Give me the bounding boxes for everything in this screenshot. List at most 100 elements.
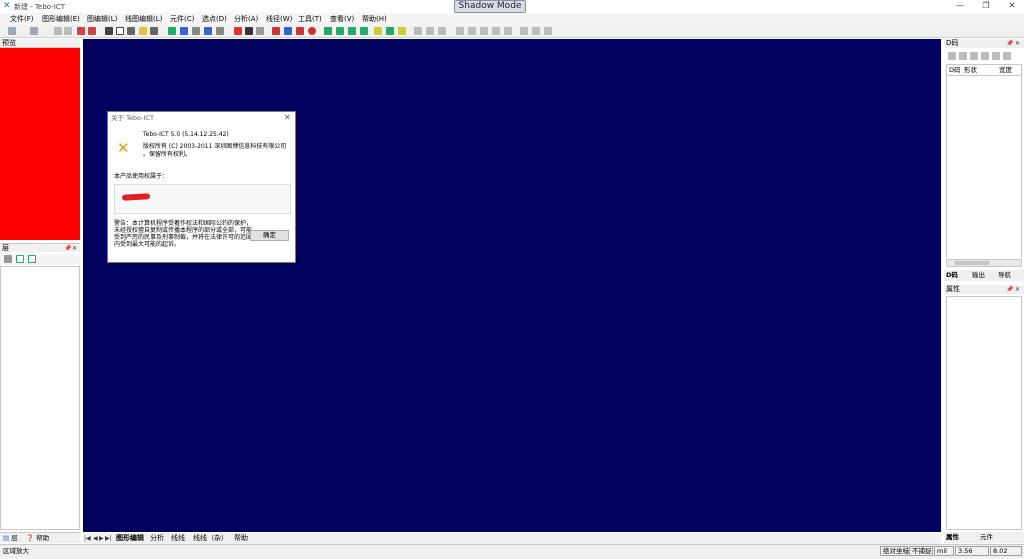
menu-analysis[interactable]: 分析(A) <box>234 14 258 24</box>
close-icon[interactable]: ✕ <box>284 113 291 123</box>
col-width[interactable]: 宽度 <box>999 66 1012 75</box>
save-icon[interactable] <box>1003 52 1011 60</box>
last-sheet-icon[interactable]: ▶| <box>105 534 112 543</box>
tab-help[interactable]: ❓ 帮助 <box>26 534 49 543</box>
draw-icon[interactable] <box>272 27 280 35</box>
delete-layer-icon[interactable] <box>4 255 12 263</box>
rect-icon[interactable] <box>296 27 304 35</box>
pin-auto-icon[interactable] <box>504 27 512 35</box>
uncheck-all-icon[interactable] <box>28 255 36 263</box>
distribute-icon[interactable] <box>426 27 434 35</box>
properties-grid[interactable] <box>946 296 1022 530</box>
tab-properties[interactable]: 属性 <box>946 533 959 542</box>
tab-wire-misc[interactable]: 线线（杂） <box>193 534 228 543</box>
info-icon[interactable] <box>216 27 224 35</box>
maximize-icon[interactable]: ❐ <box>974 0 998 12</box>
close-icon[interactable]: ✕ <box>1015 285 1020 294</box>
ok-button[interactable]: 确定 <box>250 230 289 241</box>
layer-list[interactable] <box>0 266 80 530</box>
scrollbar-thumb[interactable] <box>955 261 989 265</box>
tab-navigation[interactable]: 导航 <box>998 271 1011 280</box>
select-icon[interactable] <box>105 27 113 35</box>
undo-icon[interactable] <box>8 27 16 35</box>
back-icon[interactable] <box>54 27 62 35</box>
edit-icon[interactable] <box>992 52 1000 60</box>
refresh-icon[interactable] <box>168 27 176 35</box>
first-sheet-icon[interactable]: |◀ <box>84 534 91 543</box>
tab-analysis[interactable]: 分析 <box>150 534 164 543</box>
probe-grid-icon[interactable] <box>348 27 356 35</box>
menu-image-edit[interactable]: 图编辑(L) <box>87 14 117 24</box>
forward-icon[interactable] <box>64 27 72 35</box>
pin-icon[interactable]: 📌 <box>64 244 71 253</box>
dialog-title-bar[interactable]: 关于 Tebo-ICT ✕ <box>108 112 295 124</box>
pen-icon[interactable] <box>456 27 464 35</box>
col-shape[interactable]: 形状 <box>964 66 977 75</box>
prev-sheet-icon[interactable]: ◀ <box>93 534 98 543</box>
select-box-icon[interactable] <box>116 27 124 35</box>
tab-wire-1[interactable]: 线线 <box>171 534 185 543</box>
delete-icon[interactable] <box>234 27 242 35</box>
menu-line-edit[interactable]: 线图编辑(L) <box>125 14 162 24</box>
col-dcode[interactable]: D码 <box>949 66 961 75</box>
font-size-icon[interactable] <box>532 27 540 35</box>
tab-output[interactable]: 输出 <box>972 271 985 280</box>
probe-multi-icon[interactable] <box>336 27 344 35</box>
dcode-horizontal-scrollbar[interactable] <box>946 259 1022 267</box>
menu-graphic-edit[interactable]: 图形编辑(E) <box>42 14 80 24</box>
pin-grid-icon[interactable] <box>492 27 500 35</box>
preview-canvas[interactable] <box>0 48 80 240</box>
pin-icon[interactable] <box>468 27 476 35</box>
probe-auto-icon[interactable] <box>360 27 368 35</box>
tab-layer[interactable]: ▤ 层 <box>3 534 18 543</box>
text-icon[interactable] <box>256 27 264 35</box>
pin-icon[interactable]: 📌 <box>1006 285 1013 294</box>
mirror-icon[interactable] <box>245 27 253 35</box>
close-icon[interactable]: ✕ <box>1000 0 1024 12</box>
tab-components[interactable]: 元件 <box>980 533 993 542</box>
menu-view[interactable]: 查看(V) <box>330 14 354 24</box>
zoom-area-icon[interactable] <box>180 27 188 35</box>
tab-help-sheet[interactable]: 帮助 <box>234 534 248 543</box>
layer-swap-icon[interactable] <box>398 27 406 35</box>
tab-graphic-edit[interactable]: 图形编辑 <box>116 534 144 543</box>
layer-bottom-icon[interactable] <box>386 27 394 35</box>
move-icon[interactable] <box>77 27 85 35</box>
tab-dcode[interactable]: D码 <box>946 271 958 280</box>
circle-icon[interactable] <box>308 27 316 35</box>
menu-component[interactable]: 元件(C) <box>170 14 194 24</box>
shadow-mode-button[interactable]: Shadow Mode <box>454 0 526 13</box>
font-edit-icon[interactable] <box>544 27 552 35</box>
close-icon[interactable]: ✕ <box>72 244 77 253</box>
close-icon[interactable]: ✕ <box>1015 39 1020 48</box>
pad-icon[interactable] <box>284 27 292 35</box>
menu-tools[interactable]: 工具(T) <box>298 14 322 24</box>
align-icon[interactable] <box>414 27 422 35</box>
pin-icon[interactable]: 📌 <box>1006 39 1013 48</box>
coordinate-mode[interactable]: 绝对坐标 <box>880 546 909 556</box>
pin-multi-icon[interactable] <box>480 27 488 35</box>
help-icon[interactable] <box>204 27 212 35</box>
check-all-icon[interactable] <box>16 255 24 263</box>
next-sheet-icon[interactable]: ▶ <box>99 534 104 543</box>
probe-icon[interactable] <box>324 27 332 35</box>
dcode-table[interactable]: D码 形状 宽度 <box>946 64 1022 267</box>
remove-icon[interactable] <box>970 52 978 60</box>
menu-file[interactable]: 文件(F) <box>10 14 34 24</box>
new-icon[interactable] <box>959 52 967 60</box>
sort-icon[interactable] <box>948 52 956 60</box>
pan-icon[interactable] <box>192 27 200 35</box>
unit-display[interactable]: mil <box>934 546 954 556</box>
snap-mode[interactable]: 不捕捉 <box>909 546 933 556</box>
minimize-icon[interactable]: — <box>948 0 972 12</box>
layer-top-icon[interactable] <box>374 27 382 35</box>
select-component-icon[interactable] <box>127 27 135 35</box>
font-icon[interactable] <box>520 27 528 35</box>
menu-select-point[interactable]: 选点(D) <box>202 14 227 24</box>
rotate-icon[interactable] <box>88 27 96 35</box>
net-icon[interactable] <box>139 27 147 35</box>
menu-help[interactable]: 帮助(H) <box>362 14 387 24</box>
center-icon[interactable] <box>438 27 446 35</box>
redo-icon[interactable] <box>30 27 38 35</box>
menu-wire[interactable]: 线径(W) <box>266 14 292 24</box>
